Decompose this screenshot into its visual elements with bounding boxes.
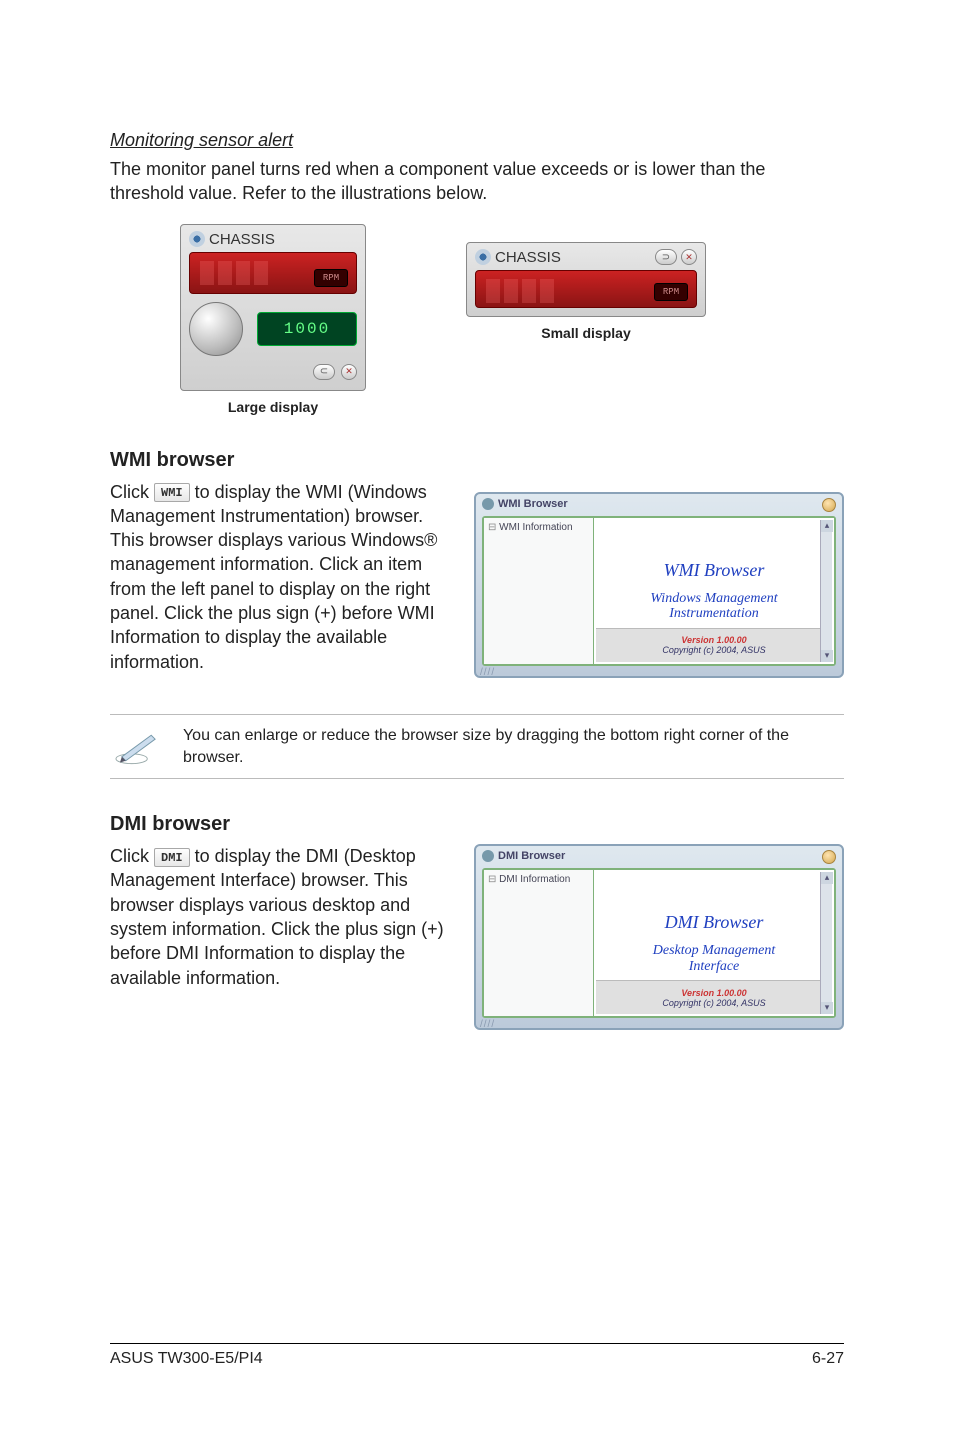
close-button[interactable]: ✕ bbox=[341, 364, 357, 380]
note-text: You can enlarge or reduce the browser si… bbox=[183, 725, 840, 768]
wmi-version: Version 1.00.00 bbox=[681, 635, 746, 645]
dmi-heading: DMI browser bbox=[110, 813, 844, 836]
dmi-tree-root[interactable]: DMI Information bbox=[488, 874, 589, 885]
wmi-content-title: WMI Browser bbox=[664, 560, 765, 581]
wmi-window-title: WMI Browser bbox=[482, 498, 836, 510]
dmi-version: Version 1.00.00 bbox=[681, 988, 746, 998]
fan-icon bbox=[189, 231, 205, 247]
dmi-window-title-text: DMI Browser bbox=[498, 850, 565, 862]
dmi-window: DMI Browser DMI Information DMI Browser … bbox=[474, 844, 844, 1030]
scroll-down-icon[interactable]: ▾ bbox=[821, 650, 833, 662]
alert-heading: Monitoring sensor alert bbox=[110, 130, 844, 151]
resize-handle[interactable]: //// bbox=[480, 667, 495, 678]
wmi-tree-root[interactable]: WMI Information bbox=[488, 522, 589, 533]
wmi-body-post: to display the WMI (Windows Management I… bbox=[110, 482, 437, 672]
wmi-content-line2: Instrumentation bbox=[669, 606, 758, 621]
alert-body: The monitor panel turns red when a compo… bbox=[110, 157, 844, 206]
footer-left: ASUS TW300-E5/PI4 bbox=[110, 1350, 263, 1368]
close-icon[interactable] bbox=[822, 498, 836, 512]
page-footer: ASUS TW300-E5/PI4 6-27 bbox=[110, 1343, 844, 1368]
chassis-large-title: CHASSIS bbox=[189, 231, 357, 248]
wmi-body-pre: Click bbox=[110, 482, 154, 502]
footer-right: 6-27 bbox=[812, 1350, 844, 1368]
wmi-heading: WMI browser bbox=[110, 449, 844, 472]
chassis-small-panel: CHASSIS ⊃ ✕ RPM bbox=[466, 242, 706, 317]
dmi-window-title: DMI Browser bbox=[482, 850, 836, 862]
small-panel-col: CHASSIS ⊃ ✕ RPM Small display bbox=[466, 224, 706, 341]
rpm-badge-small: RPM bbox=[654, 283, 688, 301]
dmi-tag-button[interactable]: DMI bbox=[154, 848, 190, 867]
rpm-badge-large: RPM bbox=[314, 269, 348, 287]
small-caption: Small display bbox=[541, 325, 630, 341]
gear-icon bbox=[482, 498, 494, 510]
chassis-large-panel: CHASSIS RPM 1000 ⊂ ✕ bbox=[180, 224, 366, 391]
scroll-up-icon[interactable]: ▴ bbox=[821, 872, 833, 884]
scrollbar[interactable]: ▴ ▾ bbox=[820, 872, 832, 1014]
dmi-body-pre: Click bbox=[110, 846, 154, 866]
wmi-tree[interactable]: WMI Information bbox=[484, 518, 594, 664]
wmi-window: WMI Browser WMI Information WMI Browser … bbox=[474, 492, 844, 678]
wmi-tag-button[interactable]: WMI bbox=[154, 483, 190, 502]
close-button[interactable]: ✕ bbox=[681, 249, 697, 265]
scrollbar[interactable]: ▴ ▾ bbox=[820, 520, 832, 662]
dmi-tree[interactable]: DMI Information bbox=[484, 870, 594, 1016]
expand-button[interactable]: ⊃ bbox=[655, 249, 677, 265]
large-caption: Large display bbox=[228, 399, 318, 415]
resize-handle[interactable]: //// bbox=[480, 1019, 495, 1030]
dmi-content-title: DMI Browser bbox=[665, 912, 764, 933]
pencil-icon bbox=[114, 727, 163, 767]
threshold-value: 1000 bbox=[257, 312, 357, 346]
large-panel-col: CHASSIS RPM 1000 ⊂ ✕ Large display bbox=[180, 224, 366, 415]
dmi-footer: Version 1.00.00 Copyright (c) 2004, ASUS bbox=[596, 980, 832, 1014]
dmi-content-line2: Interface bbox=[689, 959, 740, 974]
chassis-small-title: CHASSIS ⊃ ✕ bbox=[475, 249, 697, 266]
dmi-body-post: to display the DMI (Desktop Management I… bbox=[110, 846, 444, 987]
wmi-window-title-text: WMI Browser bbox=[498, 498, 568, 510]
fan-icon bbox=[475, 249, 491, 265]
wmi-body: Click WMI to display the WMI (Windows Ma… bbox=[110, 480, 444, 674]
chassis-small-red: RPM bbox=[475, 270, 697, 308]
threshold-knob[interactable] bbox=[189, 302, 243, 356]
scroll-up-icon[interactable]: ▴ bbox=[821, 520, 833, 532]
note-box: You can enlarge or reduce the browser si… bbox=[110, 714, 844, 779]
chassis-large-red: RPM bbox=[189, 252, 357, 294]
dmi-content-line1: Desktop Management bbox=[653, 943, 775, 958]
collapse-button[interactable]: ⊂ bbox=[313, 364, 335, 380]
chassis-title-text: CHASSIS bbox=[209, 231, 275, 248]
alert-panels: CHASSIS RPM 1000 ⊂ ✕ Large display CHASS… bbox=[180, 224, 844, 415]
gear-icon bbox=[482, 850, 494, 862]
chassis-title-text: CHASSIS bbox=[495, 249, 561, 266]
wmi-copyright: Copyright (c) 2004, ASUS bbox=[662, 645, 765, 655]
wmi-footer: Version 1.00.00 Copyright (c) 2004, ASUS bbox=[596, 628, 832, 662]
scroll-down-icon[interactable]: ▾ bbox=[821, 1002, 833, 1014]
dmi-body: Click DMI to display the DMI (Desktop Ma… bbox=[110, 844, 444, 990]
dmi-copyright: Copyright (c) 2004, ASUS bbox=[662, 998, 765, 1008]
wmi-content-line1: Windows Management bbox=[650, 591, 777, 606]
